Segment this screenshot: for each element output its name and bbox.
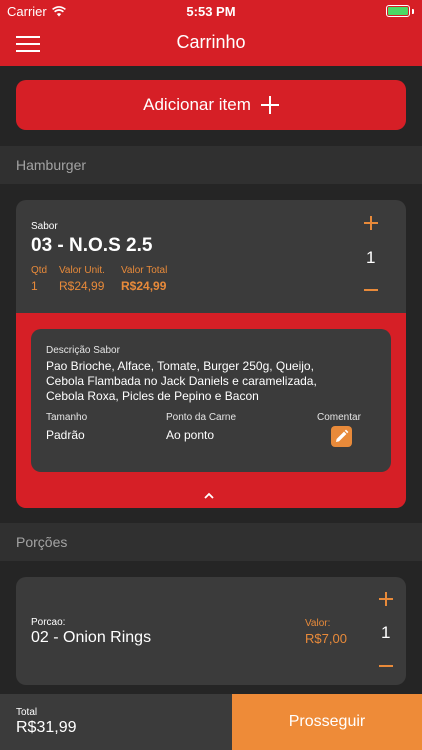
add-item-button[interactable]: Adicionar item bbox=[16, 80, 406, 130]
burger-cart-item: Sabor 03 - N.O.S 2.5 Qtd Valor Unit. Val… bbox=[16, 200, 406, 508]
footer-total: Total R$31,99 bbox=[0, 694, 232, 750]
total-value: R$24,99 bbox=[121, 279, 167, 293]
description-line-2: Cebola Flambada no Jack Daniels e carame… bbox=[46, 374, 317, 388]
section-header-porcoes: Porções bbox=[0, 523, 422, 561]
size-label: Tamanho bbox=[46, 412, 88, 423]
description-line-1: Pao Brioche, Alface, Tomate, Burger 250g… bbox=[46, 359, 314, 373]
qty-label: Qtd bbox=[31, 265, 48, 276]
plus-icon bbox=[260, 96, 279, 114]
clock: 5:53 PM bbox=[186, 4, 236, 19]
unit-value-label: Valor Unit. bbox=[59, 265, 105, 276]
size-value: Padrão bbox=[46, 428, 85, 442]
portion-value: R$7,00 bbox=[305, 631, 347, 646]
portion-cart-item: Porcao: 02 - Onion Rings Valor: R$7,00 1 bbox=[16, 577, 406, 685]
qty-value: 1 bbox=[31, 279, 38, 293]
portion-quantity-display: 1 bbox=[381, 623, 391, 642]
status-bar: Carrier 5:53 PM bbox=[0, 0, 422, 22]
flavor-label: Sabor bbox=[31, 221, 58, 232]
portion-value-label: Valor: bbox=[305, 618, 331, 629]
details-card: Descrição Sabor Pao Brioche, Alface, Tom… bbox=[31, 329, 391, 472]
section-header-hamburger: Hamburger bbox=[0, 146, 422, 184]
decrease-portion-button[interactable] bbox=[379, 659, 393, 673]
doneness-value: Ao ponto bbox=[166, 428, 215, 442]
add-item-label: Adicionar item bbox=[143, 95, 251, 114]
description-line-3: Cebola Roxa, Picles de Pepino e Bacon bbox=[46, 389, 259, 403]
pencil-icon bbox=[336, 429, 349, 442]
total-value-label: Valor Total bbox=[121, 265, 168, 276]
portion-label: Porcao: bbox=[31, 617, 66, 628]
quantity-display: 1 bbox=[366, 248, 376, 267]
increase-portion-button[interactable] bbox=[379, 592, 393, 606]
decrease-quantity-button[interactable] bbox=[364, 283, 378, 297]
page-title: Carrinho bbox=[176, 32, 246, 52]
flavor-name: 03 - N.O.S 2.5 bbox=[31, 235, 153, 256]
proceed-button[interactable]: Prosseguir bbox=[232, 694, 422, 750]
comment-label: Comentar bbox=[317, 412, 361, 423]
chevron-up-icon[interactable] bbox=[204, 491, 214, 501]
total-amount: R$31,99 bbox=[16, 719, 77, 736]
comment-edit-button[interactable] bbox=[331, 426, 352, 447]
battery-icon bbox=[386, 5, 414, 17]
portion-name: 02 - Onion Rings bbox=[31, 629, 152, 646]
navigation-bar: Carrinho bbox=[0, 22, 422, 66]
burger-details-panel: Descrição Sabor Pao Brioche, Alface, Tom… bbox=[16, 313, 406, 508]
doneness-label: Ponto da Carne bbox=[166, 412, 237, 423]
unit-value: R$24,99 bbox=[59, 279, 105, 293]
total-label: Total bbox=[16, 707, 38, 718]
proceed-label: Prosseguir bbox=[288, 713, 366, 730]
description-label: Descrição Sabor bbox=[46, 345, 120, 356]
increase-quantity-button[interactable] bbox=[364, 216, 378, 230]
